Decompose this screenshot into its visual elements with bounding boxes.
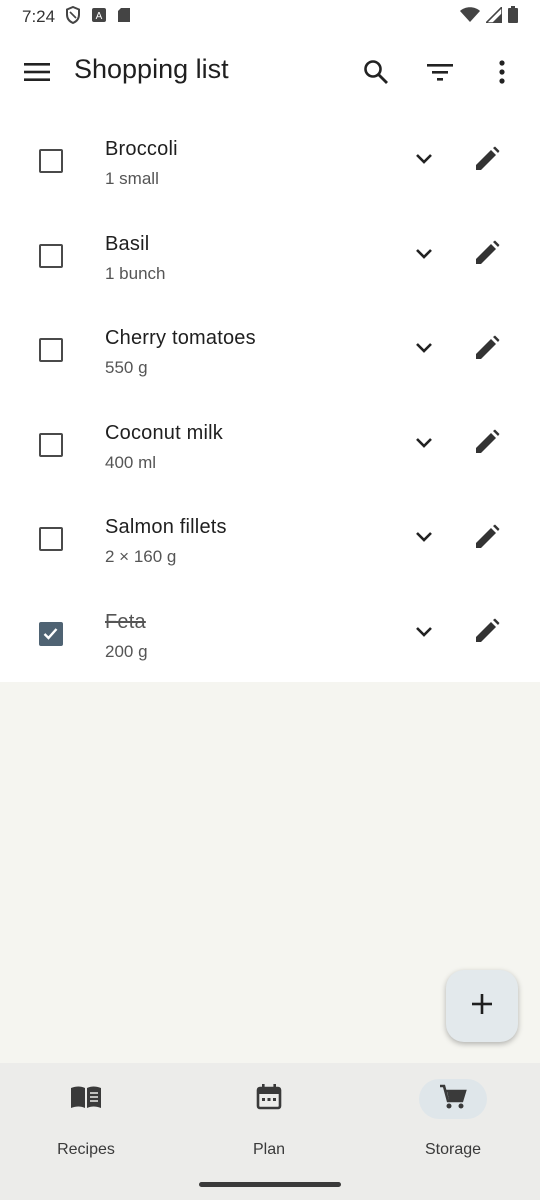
status-bar: 7:24 A — [0, 0, 540, 34]
chevron-down-icon — [415, 625, 433, 643]
menu-icon — [24, 62, 50, 87]
chevron-down-icon — [415, 530, 433, 548]
app-notification-icon: A — [91, 7, 107, 28]
gesture-home-bar[interactable] — [199, 1182, 341, 1187]
nav-label-recipes: Recipes — [57, 1141, 115, 1158]
pencil-icon — [474, 240, 500, 271]
pencil-icon — [474, 618, 500, 649]
item-quantity: 1 small — [105, 169, 159, 188]
status-right — [460, 4, 518, 28]
item-quantity: 2 × 160 g — [105, 547, 177, 567]
item-quantity: 1 bunch — [105, 263, 166, 283]
item-name: Coconut milk — [105, 421, 223, 444]
item-checkbox[interactable] — [39, 527, 63, 552]
plus-icon — [471, 993, 493, 1020]
shopping-list: Broccoli 1 small Basil 1 bunch Cherry to… — [0, 114, 540, 682]
pencil-icon — [474, 524, 500, 555]
expand-button[interactable] — [400, 610, 448, 658]
expand-button[interactable] — [400, 515, 448, 563]
item-checkbox[interactable] — [39, 149, 63, 173]
expand-button[interactable] — [400, 137, 448, 185]
pencil-icon — [474, 335, 500, 366]
chevron-down-icon — [415, 341, 433, 359]
item-name: Broccoli — [105, 138, 178, 160]
status-time: 7:24 — [22, 7, 56, 26]
vpn-shield-icon — [65, 5, 81, 29]
search-icon — [363, 59, 389, 90]
edit-button[interactable] — [463, 515, 511, 563]
edit-button[interactable] — [463, 610, 511, 658]
filter-button[interactable] — [416, 50, 464, 98]
cart-icon — [439, 1084, 467, 1115]
page-title: Shopping list — [74, 54, 229, 84]
list-item[interactable]: Feta 200 g — [0, 587, 540, 682]
nav-pill — [52, 1079, 120, 1119]
expand-button[interactable] — [400, 232, 448, 280]
nav-item-recipes[interactable]: Recipes — [26, 1077, 146, 1167]
chevron-down-icon — [415, 247, 433, 265]
pencil-icon — [474, 429, 500, 460]
battery-icon — [508, 6, 518, 28]
item-checkbox[interactable] — [39, 243, 63, 268]
top-app-bar: Shopping list — [0, 34, 540, 114]
add-item-button[interactable] — [446, 970, 518, 1042]
nav-pill-active — [419, 1079, 487, 1119]
item-quantity: 550 g — [105, 358, 148, 378]
edit-button[interactable] — [463, 137, 511, 185]
chevron-down-icon — [415, 152, 433, 170]
item-checkbox[interactable] — [39, 432, 63, 457]
book-icon — [70, 1085, 102, 1114]
item-quantity: 200 g — [105, 641, 148, 661]
edit-button[interactable] — [463, 421, 511, 469]
item-name: Feta — [105, 610, 146, 633]
list-item[interactable]: Salmon fillets 2 × 160 g — [0, 492, 540, 587]
item-name: Cherry tomatoes — [105, 327, 256, 350]
nav-label-plan: Plan — [252, 1141, 286, 1158]
list-item[interactable]: Coconut milk 400 ml — [0, 398, 540, 493]
item-checkbox[interactable] — [39, 338, 63, 363]
item-checkbox-checked[interactable] — [39, 621, 63, 646]
expand-button[interactable] — [400, 326, 448, 374]
pencil-icon — [474, 146, 500, 177]
status-left: 7:24 A — [22, 5, 131, 29]
item-quantity: 400 ml — [105, 452, 157, 472]
nav-item-storage[interactable]: Storage — [393, 1077, 513, 1167]
nav-label-storage: Storage — [424, 1141, 482, 1158]
svg-text:A: A — [96, 11, 103, 22]
bottom-navigation: Recipes Plan Storage — [0, 1063, 540, 1200]
more-options-button[interactable] — [478, 50, 526, 98]
filter-icon — [427, 63, 453, 86]
edit-button[interactable] — [463, 232, 511, 280]
wifi-icon — [460, 6, 480, 28]
nav-pill — [235, 1079, 303, 1119]
check-icon — [43, 628, 58, 640]
expand-button[interactable] — [400, 421, 448, 469]
list-item[interactable]: Basil 1 bunch — [0, 209, 540, 304]
menu-button[interactable] — [13, 50, 61, 98]
search-button[interactable] — [352, 50, 400, 98]
more-vert-icon — [499, 59, 505, 89]
item-name: Salmon fillets — [105, 516, 227, 539]
edit-button[interactable] — [463, 326, 511, 374]
nav-item-plan[interactable]: Plan — [209, 1077, 329, 1167]
signal-icon — [484, 4, 503, 28]
calendar-icon — [256, 1083, 282, 1115]
list-item[interactable]: Cherry tomatoes 550 g — [0, 303, 540, 398]
chevron-down-icon — [415, 436, 433, 454]
sd-card-icon — [117, 7, 131, 28]
list-item[interactable]: Broccoli 1 small — [0, 114, 540, 209]
item-name: Basil — [105, 232, 150, 255]
